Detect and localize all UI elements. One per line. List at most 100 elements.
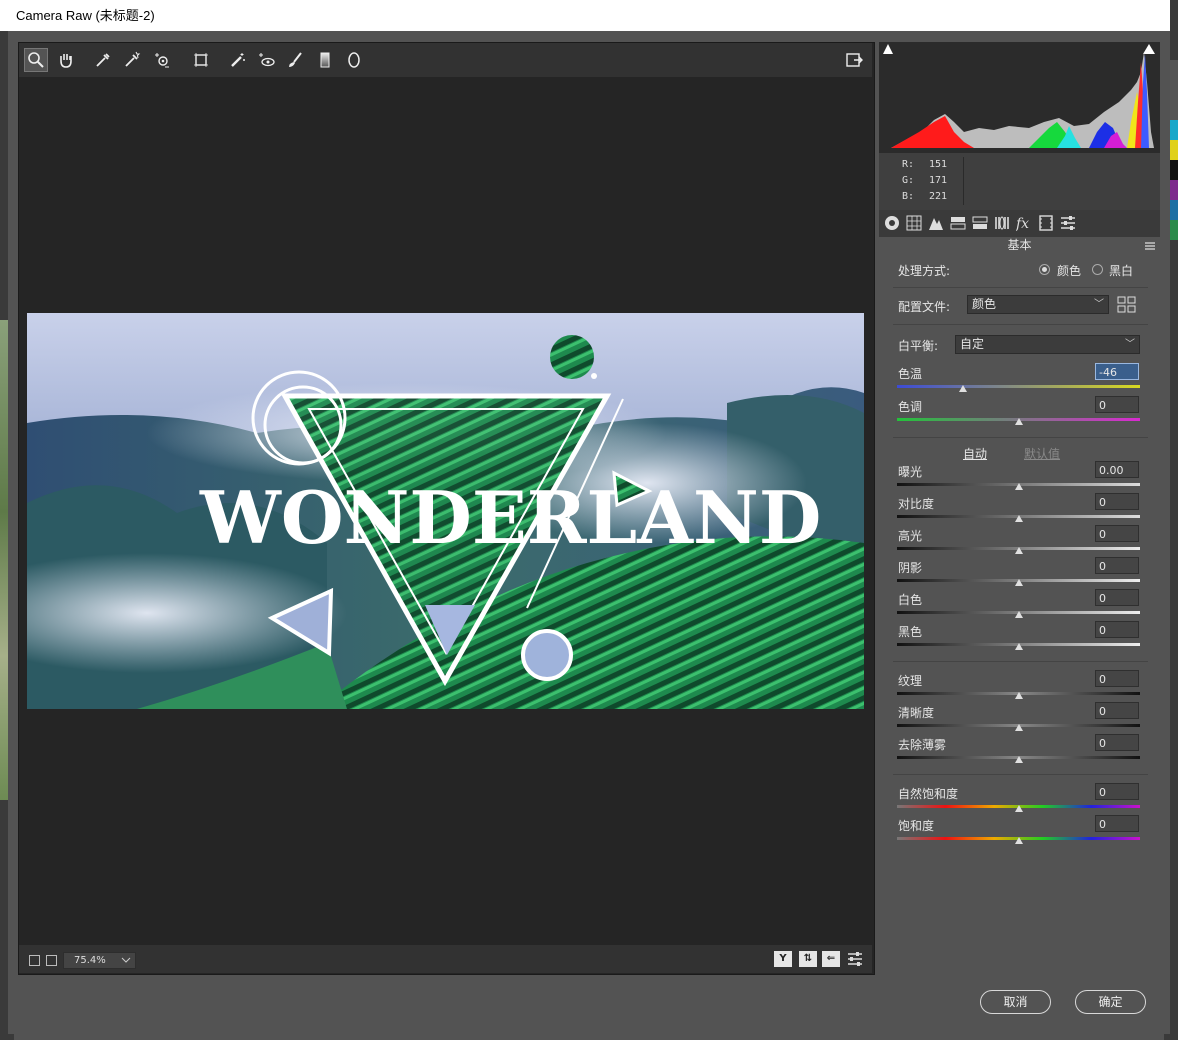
g-label: G: (902, 175, 915, 186)
svg-text:fx: fx (1016, 216, 1029, 231)
slider-label: 高光 (898, 529, 923, 543)
cancel-button[interactable]: 取消 (980, 990, 1051, 1014)
zoom-out-button[interactable] (29, 955, 40, 966)
default-link[interactable]: 默认值 (1024, 445, 1060, 462)
slider-track[interactable] (897, 385, 1140, 388)
ok-button-label: 确定 (1098, 995, 1123, 1009)
b-label: B: (902, 191, 915, 202)
slider-label: 黑色 (898, 625, 923, 639)
tab-basic-icon[interactable] (883, 214, 901, 232)
g-value: 171 (929, 175, 948, 186)
slider-thumb[interactable] (1014, 805, 1023, 812)
divider (893, 437, 1148, 438)
slider-value-field[interactable]: 0 (1095, 396, 1139, 413)
targeted-adjustment-icon[interactable] (150, 48, 174, 72)
treatment-label: 处理方式: (898, 264, 951, 278)
slider-value-field[interactable]: 0 (1095, 493, 1139, 510)
zoom-level-value: 75.4% (74, 955, 106, 966)
slider-value-field[interactable]: 0.00 (1095, 461, 1139, 478)
slider-value-field[interactable]: -46 (1095, 363, 1139, 380)
slider-thumb[interactable] (1014, 515, 1023, 522)
slider-value-field[interactable]: 0 (1095, 525, 1139, 542)
slider-value-field[interactable]: 0 (1095, 734, 1139, 751)
tab-split-toning-icon[interactable] (971, 214, 989, 232)
graduated-filter-icon[interactable] (313, 48, 337, 72)
before-after-toggle-icon[interactable]: Y (774, 951, 792, 967)
cancel-button-label: 取消 (1003, 995, 1028, 1009)
tab-calibration-icon[interactable] (1037, 214, 1055, 232)
slider-thumb[interactable] (1014, 579, 1023, 586)
b-value: 221 (929, 191, 948, 202)
color-sampler-icon[interactable] (120, 48, 144, 72)
slider-label: 去除薄雾 (898, 738, 947, 752)
headline-text: WONDERLAND (199, 475, 821, 560)
tab-presets-icon[interactable] (1059, 214, 1077, 232)
slider-thumb[interactable] (1014, 692, 1023, 699)
tab-tone-curve-icon[interactable] (905, 214, 923, 232)
adjustment-brush-icon[interactable] (283, 48, 307, 72)
slider-value-field[interactable]: 0 (1095, 621, 1139, 638)
slider-label: 曝光 (898, 465, 923, 479)
treatment-bw-label: 黑白 (1109, 264, 1134, 278)
tab-effects-icon[interactable]: fx (1015, 214, 1033, 232)
slider-thumb[interactable] (1014, 547, 1023, 554)
panel-menu-icon[interactable] (1144, 240, 1156, 250)
profile-label: 配置文件: (898, 300, 951, 314)
profile-dropdown[interactable]: 颜色 ﹀ (967, 295, 1109, 314)
profile-browser-icon[interactable] (1117, 296, 1137, 314)
tab-detail-icon[interactable] (927, 214, 945, 232)
shadow-clipping-icon (883, 44, 893, 54)
slider-value-field[interactable]: 0 (1095, 815, 1139, 832)
slider-value-field[interactable]: 0 (1095, 783, 1139, 800)
treatment-bw-radio[interactable] (1092, 264, 1103, 275)
slider-label: 自然饱和度 (898, 787, 959, 801)
slider-thumb[interactable] (1014, 418, 1023, 425)
copy-settings-icon[interactable]: ⇐ (822, 951, 840, 967)
white-balance-icon[interactable] (91, 48, 115, 72)
slider-value-field[interactable]: 0 (1095, 670, 1139, 687)
slider-thumb[interactable] (1014, 643, 1023, 650)
divider (893, 324, 1148, 325)
slider-label: 对比度 (898, 497, 935, 511)
divider (893, 287, 1148, 288)
divider (893, 774, 1148, 775)
zoom-in-button[interactable] (46, 955, 57, 966)
slider-thumb[interactable] (1014, 483, 1023, 490)
transform-icon[interactable] (189, 48, 213, 72)
profile-value: 颜色 (972, 297, 997, 311)
fullscreen-toggle-icon[interactable] (842, 48, 866, 72)
slider-label: 清晰度 (898, 706, 935, 720)
slider-thumb[interactable] (1014, 611, 1023, 618)
tab-lens-icon[interactable] (993, 214, 1011, 232)
window-title-bar: Camera Raw (未标题-2) (0, 0, 1170, 31)
preview-image: WONDERLAND (27, 313, 864, 709)
auto-link[interactable]: 自动 (963, 445, 987, 462)
slider-label: 色温 (898, 367, 923, 381)
treatment-color-radio[interactable] (1039, 264, 1050, 275)
slider-label: 白色 (898, 593, 923, 607)
wb-dropdown[interactable]: 自定 ﹀ (955, 335, 1140, 354)
histogram (879, 42, 1160, 153)
window-title: Camera Raw (未标题-2) (16, 8, 155, 23)
zoom-icon[interactable] (24, 48, 48, 72)
radial-filter-icon[interactable] (342, 48, 366, 72)
tab-hsl-icon[interactable] (949, 214, 967, 232)
slider-value-field[interactable]: 0 (1095, 589, 1139, 606)
slider-value-field[interactable]: 0 (1095, 702, 1139, 719)
panel-title-text: 基本 (1007, 238, 1032, 252)
spot-removal-icon[interactable] (226, 48, 250, 72)
zoom-dropdown-chevron-icon[interactable] (118, 952, 134, 968)
red-eye-icon[interactable] (254, 48, 278, 72)
slider-thumb[interactable] (1014, 837, 1023, 844)
r-value: 151 (929, 159, 948, 170)
slider-thumb[interactable] (1014, 756, 1023, 763)
hand-icon[interactable] (54, 48, 78, 72)
slider-thumb[interactable] (1014, 724, 1023, 731)
slider-thumb[interactable] (958, 385, 967, 392)
slider-value-field[interactable]: 0 (1095, 557, 1139, 574)
preview-settings-icon[interactable] (846, 950, 864, 968)
ok-button[interactable]: 确定 (1075, 990, 1146, 1014)
background-swatches (1170, 60, 1178, 240)
slider-label: 色调 (898, 400, 923, 414)
swap-settings-icon[interactable]: ⇅ (799, 951, 817, 967)
